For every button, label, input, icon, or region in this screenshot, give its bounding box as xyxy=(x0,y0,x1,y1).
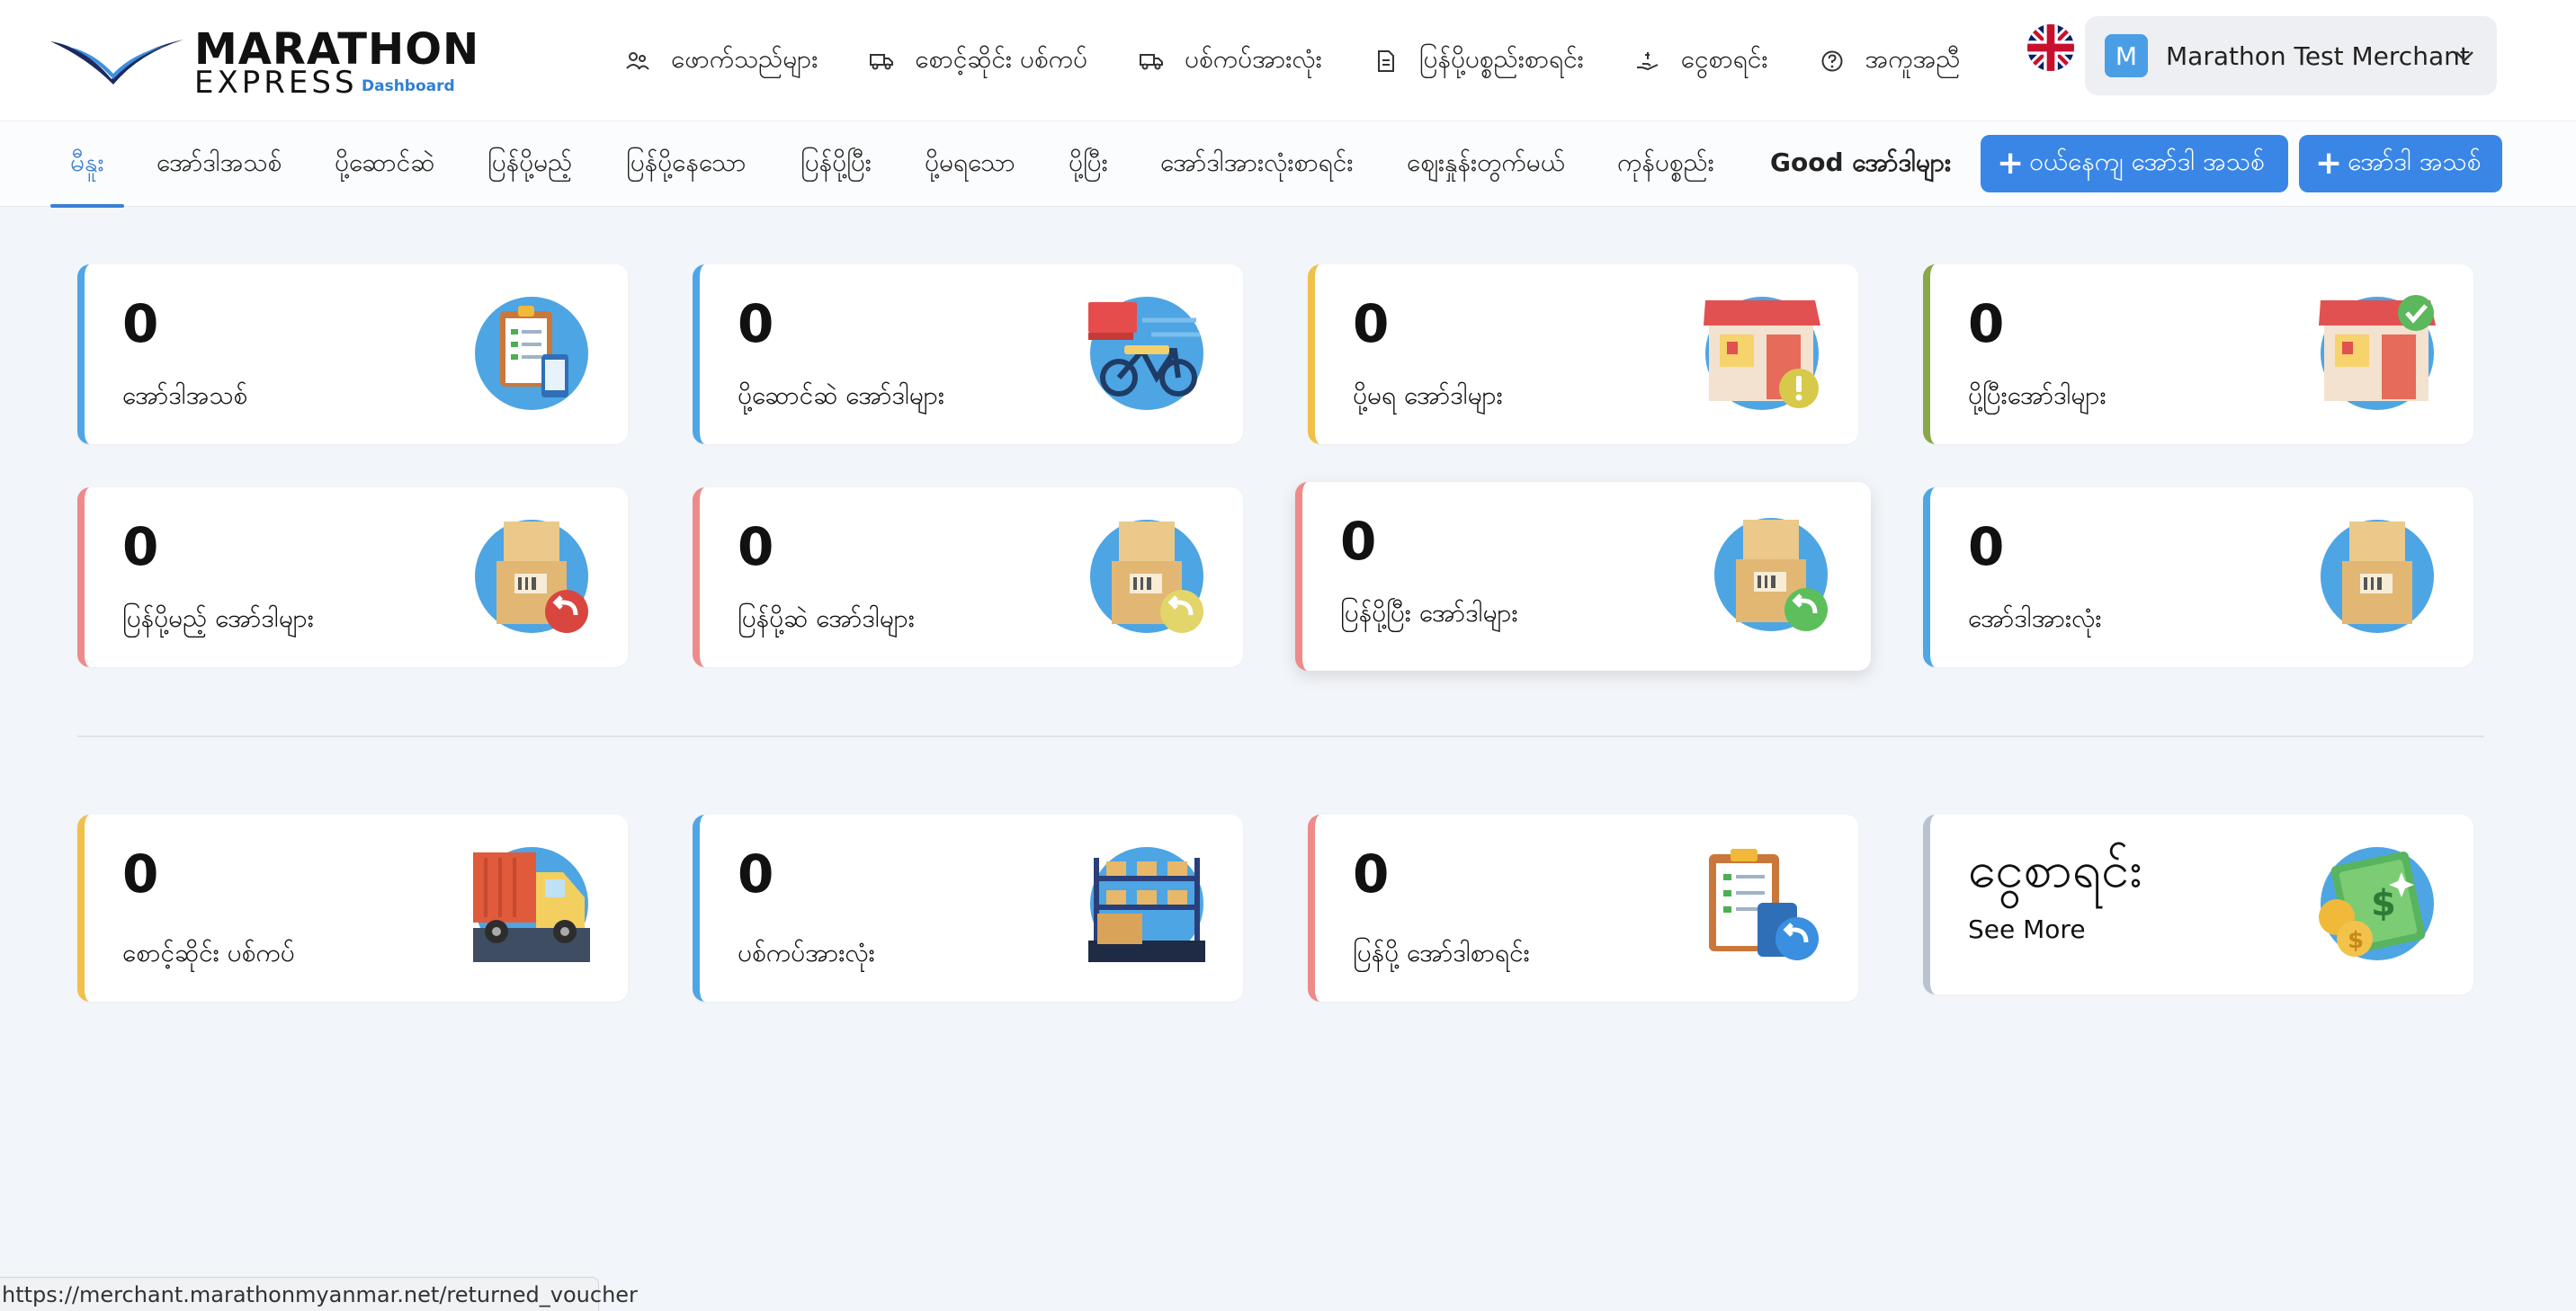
plus-icon: + xyxy=(1997,145,2025,182)
tab-returning[interactable]: ပြန်ပို့နေသော xyxy=(626,121,747,208)
truck-icon xyxy=(868,48,895,75)
stat-card-finance[interactable]: ငွေစာရင်း See More $ $ xyxy=(1923,815,2473,994)
tab-menu[interactable]: မီနူး xyxy=(50,121,123,208)
topnav-pending-pickup[interactable]: စောင့်ဆိုင်း ပစ်ကပ် xyxy=(868,36,1087,86)
topnav-help[interactable]: အကူအညီ xyxy=(1819,36,1961,86)
topnav-customers[interactable]: ဖောက်သည်များ xyxy=(624,36,818,86)
tab-in-delivery[interactable]: ပို့ဆောင်ဆဲ xyxy=(335,121,434,208)
account-menu[interactable]: M Marathon Test Merchant xyxy=(2085,16,2497,95)
stat-card-undeliverable[interactable]: 0 ပို့မရ အော်ဒါများ xyxy=(1308,264,1858,444)
top-header: MARATHON EXPRESS Dashboard ဖောက်သည်များ … xyxy=(0,0,2576,120)
boxes-icon xyxy=(2321,520,2434,633)
stat-label: ပစ်ကပ်အားလုံး xyxy=(738,938,875,968)
topnav-finance-label: ငွေစာရင်း xyxy=(1680,44,1768,74)
tab-good-orders[interactable]: Good အော်ဒါများ xyxy=(1770,121,1951,208)
store-check-icon xyxy=(2319,295,2436,410)
tab-undeliverable[interactable]: ပို့မရသော xyxy=(925,121,1015,208)
section-divider xyxy=(77,736,2484,737)
stat-label: ပြန်ပို့မည့် အော်ဒါများ xyxy=(122,603,314,633)
warehouse-shelves-icon xyxy=(1088,847,1205,962)
stat-label: အော်ဒါအားလုံး xyxy=(1968,603,2102,633)
stat-card-all-orders[interactable]: 0 အော်ဒါအားလုံး xyxy=(1923,487,2473,667)
stat-card-pending-pickup[interactable]: 0 စောင့်ဆိုင်း ပစ်ကပ် xyxy=(77,815,628,1002)
money-coins-icon: $ $ xyxy=(2319,847,2434,960)
marathon-logo-icon xyxy=(50,40,183,85)
stat-label: ပို့ပြီးအော်ဒါများ xyxy=(1968,380,2106,410)
top-navigation: ဖောက်သည်များ စောင့်ဆိုင်း ပစ်ကပ် ပစ်ကပ်အ… xyxy=(624,36,2010,86)
stat-card-returning[interactable]: 0 ပြန်ပို့ဆဲ အော်ဒါများ xyxy=(693,487,1243,667)
stat-value: 0 xyxy=(1353,293,1390,354)
stat-value: 0 xyxy=(1340,511,1377,572)
svg-text:$: $ xyxy=(2371,883,2396,924)
delivery-bike-icon xyxy=(1088,297,1203,410)
brand-tagline: Dashboard xyxy=(362,77,455,95)
stat-card-new-orders[interactable]: 0 အော်ဒါအသစ် xyxy=(77,264,628,444)
stat-value: 0 xyxy=(738,293,774,354)
stat-label: ပြန်ပို့ပြီး အော်ဒါများ xyxy=(1340,598,1518,628)
box-return-green-icon xyxy=(1714,518,1828,631)
chevron-down-icon xyxy=(2455,51,2473,62)
tab-products[interactable]: ကုန်ပစ္စည်း xyxy=(1617,121,1714,208)
browser-status-url: https://merchant.marathonmyanmar.net/ret… xyxy=(0,1277,638,1311)
stat-card-returned[interactable]: 0 ပြန်ပို့ပြီး အော်ဒါများ xyxy=(1295,482,1871,671)
new-order-label: အော်ဒါ အသစ် xyxy=(2348,147,2482,176)
tab-returned[interactable]: ပြန်ပို့ပြီး xyxy=(801,121,872,208)
stat-value: 0 xyxy=(1968,293,2005,354)
stat-label: ပြန်ပို့ဆဲ အော်ဒါများ xyxy=(738,603,915,633)
svg-text:$: $ xyxy=(2348,927,2364,954)
uk-flag-icon[interactable] xyxy=(2027,24,2074,71)
stat-value: 0 xyxy=(122,843,159,905)
topnav-pending-pickup-label: စောင့်ဆိုင်း ပစ်ကပ် xyxy=(915,44,1087,74)
brand-logo[interactable]: MARATHON EXPRESS Dashboard xyxy=(49,27,479,101)
truck-icon xyxy=(1138,48,1165,75)
stat-card-delivered[interactable]: 0 ပို့ပြီးအော်ဒါများ xyxy=(1923,264,2473,444)
stat-card-in-delivery[interactable]: 0 ပို့ဆောင်ဆဲ အော်ဒါများ xyxy=(693,264,1243,444)
brand-name-line2: EXPRESS xyxy=(194,65,358,101)
new-web-order-button[interactable]: + ဝယ်နေကျ အော်ဒါ အသစ် xyxy=(1981,135,2288,192)
stat-card-all-pickups[interactable]: 0 ပစ်ကပ်အားလုံး xyxy=(693,815,1243,1002)
stat-label: စောင့်ဆိုင်း ပစ်ကပ် xyxy=(122,938,295,968)
topnav-return-list-label: ပြန်ပို့ပစ္စည်းစာရင်း xyxy=(1418,44,1584,74)
topnav-all-pickups-label: ပစ်ကပ်အားလုံး xyxy=(1185,44,1322,74)
avatar: M xyxy=(2105,34,2148,77)
finance-title: ငွေစာရင်း xyxy=(1968,841,2142,899)
topnav-all-pickups[interactable]: ပစ်ကပ်အားလုံး xyxy=(1138,36,1322,86)
plus-icon: + xyxy=(2315,145,2343,182)
stat-value: 0 xyxy=(738,516,774,577)
hand-money-icon xyxy=(1634,48,1661,75)
stat-value: 0 xyxy=(1968,516,2005,577)
tab-new-orders[interactable]: အော်ဒါအသစ် xyxy=(157,121,282,208)
new-order-button[interactable]: + အော်ဒါ အသစ် xyxy=(2299,135,2502,192)
stat-card-to-return[interactable]: 0 ပြန်ပို့မည့် အော်ဒါများ xyxy=(77,487,628,667)
new-web-order-label: ဝယ်နေကျ အော်ဒါ အသစ် xyxy=(2029,147,2265,176)
stat-label: ပို့မရ အော်ဒါများ xyxy=(1353,380,1503,410)
stat-value: 0 xyxy=(122,293,159,354)
users-icon xyxy=(624,48,651,75)
stat-label: ပို့ဆောင်ဆဲ အော်ဒါများ xyxy=(738,380,944,410)
stat-card-return-list[interactable]: 0 ပြန်ပို့ အော်ဒါစာရင်း xyxy=(1308,815,1858,1002)
stat-value: 0 xyxy=(738,843,774,905)
clipboard-phone-icon xyxy=(475,297,588,410)
stat-value: 0 xyxy=(122,516,159,577)
see-more-link[interactable]: See More xyxy=(1968,912,2086,948)
box-return-red-icon xyxy=(475,520,588,633)
box-return-yellow-icon xyxy=(1090,520,1203,633)
stat-label: အော်ဒါအသစ် xyxy=(122,380,248,410)
topnav-finance[interactable]: ငွေစာရင်း xyxy=(1634,36,1768,86)
pickup-truck-icon xyxy=(473,847,590,962)
help-circle-icon xyxy=(1819,48,1846,75)
tab-to-return[interactable]: ပြန်ပို့မည့် xyxy=(487,121,572,208)
store-warning-icon xyxy=(1704,297,1820,410)
document-icon xyxy=(1373,48,1400,75)
clipboard-return-icon xyxy=(1709,849,1819,960)
tab-price-calculator[interactable]: ဈေးနှုန်းတွက်မယ် xyxy=(1407,121,1565,208)
tab-delivered[interactable]: ပို့ပြီး xyxy=(1069,121,1108,208)
topnav-customers-label: ဖောက်သည်များ xyxy=(671,44,818,74)
tab-all-orders[interactable]: အော်ဒါအားလုံးစာရင်း xyxy=(1160,121,1353,208)
account-name: Marathon Test Merchant xyxy=(2166,40,2470,71)
stat-value: 0 xyxy=(1353,843,1390,905)
topnav-return-list[interactable]: ပြန်ပို့ပစ္စည်းစာရင်း xyxy=(1373,36,1584,86)
stat-label: ပြန်ပို့ အော်ဒါစာရင်း xyxy=(1353,938,1530,968)
topnav-help-label: အကူအညီ xyxy=(1865,44,1961,74)
